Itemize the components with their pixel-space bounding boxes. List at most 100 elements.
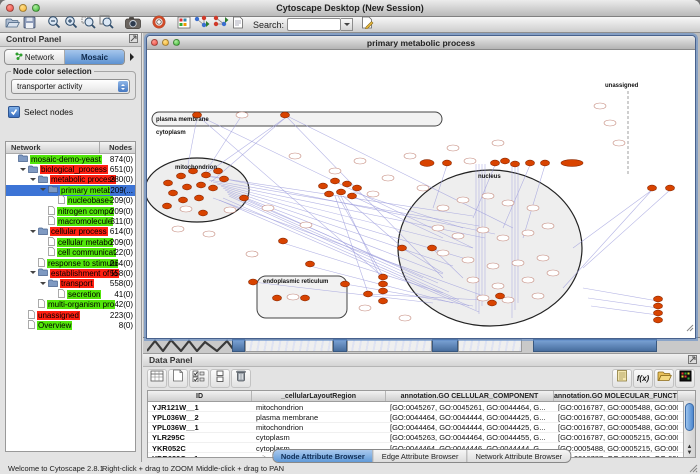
background-windows-strip[interactable] [143, 337, 700, 353]
graph-node[interactable] [457, 197, 469, 203]
network-view-window[interactable]: primary metabolic process plasma membran… [146, 35, 696, 339]
graph-node[interactable] [172, 226, 184, 232]
graph-edge[interactable] [285, 115, 443, 278]
graph-node-selected[interactable] [491, 160, 500, 166]
graph-node[interactable] [354, 158, 366, 164]
graph-node-selected[interactable] [279, 238, 288, 244]
tree-item[interactable]: primary metabo209(... [6, 185, 135, 195]
graph-node-selected[interactable] [301, 295, 310, 301]
graph-node-selected[interactable] [209, 185, 218, 191]
zoom-fit-button[interactable] [99, 17, 114, 32]
window-resize-grip[interactable] [689, 464, 698, 472]
graph-node-selected[interactable] [398, 245, 407, 251]
expand-arrow-icon[interactable] [30, 271, 36, 277]
expand-arrow-icon[interactable] [20, 168, 26, 174]
graph-node-selected[interactable] [561, 160, 583, 167]
graph-node[interactable] [203, 231, 215, 237]
scrollbar-thumb[interactable] [685, 403, 694, 431]
import-network-button[interactable] [194, 17, 210, 32]
save-session-button[interactable] [23, 17, 36, 32]
scrollbar-arrows-icon[interactable]: ▲▼ [684, 444, 695, 456]
table-cell[interactable]: mitochondrion [252, 402, 386, 411]
graph-node-selected[interactable] [163, 203, 172, 209]
graph-node-selected[interactable] [199, 210, 208, 216]
expand-arrow-icon[interactable] [30, 178, 36, 184]
graph-edge[interactable] [583, 190, 670, 268]
graph-node[interactable] [512, 260, 524, 266]
graph-node-selected[interactable] [428, 245, 437, 251]
graph-node[interactable] [482, 193, 494, 199]
graph-node[interactable] [477, 295, 489, 301]
graph-node-selected[interactable] [501, 158, 510, 164]
graph-node-selected[interactable] [341, 281, 350, 287]
open-file-button[interactable] [5, 17, 20, 32]
tree-item[interactable]: nitrogen compo209(0) [6, 206, 135, 216]
graph-node[interactable] [604, 120, 616, 126]
float-panel-icon[interactable] [129, 34, 138, 45]
notepad-button[interactable] [612, 369, 632, 388]
table-cell[interactable]: [GO:0044464, GO:0044444, GO:0044425, G..… [386, 412, 554, 421]
graph-node[interactable] [417, 185, 429, 191]
tree-item[interactable]: establishment of lo558(0) [6, 268, 135, 278]
tree-item[interactable]: nucleobase-209(0) [6, 196, 135, 206]
graph-node[interactable] [462, 257, 474, 263]
graph-node[interactable] [437, 205, 449, 211]
table-cell[interactable]: [GO:0044464, GO:0044444, GO:0044425, G..… [386, 423, 554, 432]
select-nodes-checkbox[interactable] [8, 106, 20, 118]
attribute-checklist-button[interactable] [189, 369, 209, 388]
graph-node[interactable] [289, 153, 301, 159]
graph-node[interactable] [447, 145, 459, 151]
table-row[interactable]: YPL036W__1mitochondrion[GO:0044464, GO:0… [148, 423, 695, 433]
table-cell[interactable]: mitochondrion [252, 423, 386, 432]
column-header[interactable]: _cellularLayoutRegion [252, 391, 386, 401]
vizmapper-button[interactable] [232, 17, 244, 32]
network-canvas[interactable]: plasma membranemitochondrionnucleusendop… [147, 50, 693, 337]
graph-node[interactable] [359, 305, 371, 311]
graph-node-selected[interactable] [343, 181, 352, 187]
expand-arrow-icon[interactable] [40, 188, 46, 194]
table-row[interactable]: YJR121W__1mitochondrion[GO:0045267, GO:0… [148, 402, 695, 412]
graph-node[interactable] [236, 112, 248, 118]
graph-node-selected[interactable] [195, 195, 204, 201]
table-cell[interactable]: YPL036W__2 [148, 412, 252, 421]
graph-node[interactable] [262, 205, 274, 211]
view-resize-grip[interactable] [686, 319, 694, 337]
graph-node-selected[interactable] [488, 300, 497, 306]
help-button[interactable] [152, 17, 166, 32]
attribute-table-header[interactable]: ID_cellularLayoutRegionannotation.GO CEL… [148, 391, 695, 402]
import-table-button[interactable] [213, 17, 229, 32]
graph-node-selected[interactable] [249, 279, 258, 285]
tree-item[interactable]: transport558(0) [6, 279, 135, 289]
browser-tab[interactable]: Edge Attribute Browser [374, 450, 468, 462]
table-row[interactable]: YLR295Ccytoplasm[GO:0045263, GO:0044464,… [148, 433, 695, 443]
tree-item[interactable]: unassigned223(0) [6, 310, 135, 320]
graph-node-selected[interactable] [654, 310, 663, 316]
graph-node-selected[interactable] [177, 173, 186, 179]
graph-node[interactable] [542, 223, 554, 229]
graph-node[interactable] [532, 293, 544, 299]
graph-node-selected[interactable] [379, 281, 388, 287]
graph-edge[interactable] [573, 190, 652, 248]
table-cell[interactable]: YPL036W__1 [148, 423, 252, 432]
graph-node[interactable] [382, 175, 394, 181]
graph-edge[interactable] [343, 196, 403, 248]
graph-node-selected[interactable] [666, 185, 675, 191]
table-row[interactable]: YPL036W__2plasma membrane[GO:0044464, GO… [148, 412, 695, 422]
graph-node[interactable] [404, 153, 416, 159]
graph-node[interactable] [452, 233, 464, 239]
unified-view-button[interactable] [210, 369, 230, 388]
tree-item[interactable]: secretion41(0) [6, 289, 135, 299]
graph-node[interactable] [492, 283, 504, 289]
graph-node[interactable] [492, 140, 504, 146]
create-attribute-button[interactable] [168, 369, 188, 388]
table-cell[interactable]: YDR039C__1 [148, 453, 252, 458]
zoom-selected-button[interactable] [81, 17, 96, 32]
table-cell[interactable]: YJR121W__1 [148, 402, 252, 411]
zoom-in-button[interactable] [64, 17, 78, 32]
graph-node-selected[interactable] [331, 178, 340, 184]
graph-node[interactable] [287, 294, 299, 300]
graph-node[interactable] [246, 251, 258, 257]
graph-node[interactable] [367, 191, 379, 197]
graph-node-selected[interactable] [306, 261, 315, 267]
zoom-out-button[interactable] [47, 17, 61, 32]
